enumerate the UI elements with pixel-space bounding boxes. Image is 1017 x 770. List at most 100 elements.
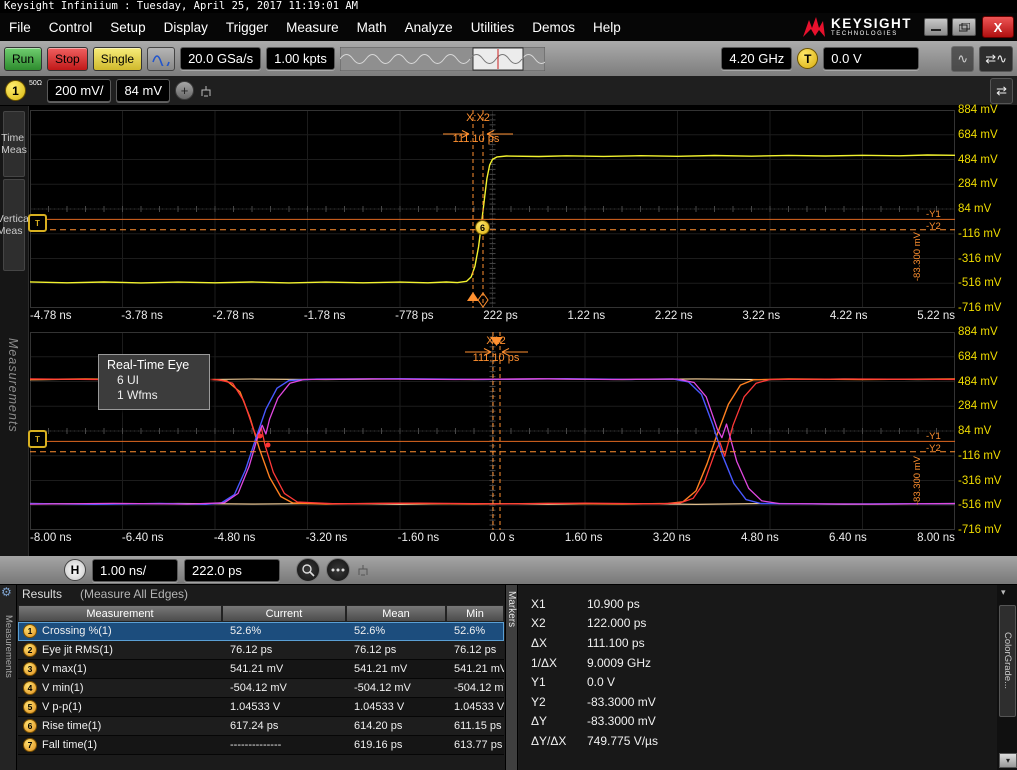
scroll-up-icon[interactable]: ▾ [1001,587,1006,598]
sample-rate-field[interactable]: 20.0 GSa/s [180,47,261,70]
results-row[interactable]: 5V p-p(1)1.04533 V1.04533 V1.04533 V [18,698,504,717]
y2-marker-label[interactable]: -Y2 [926,221,941,232]
marker-row: X110.900 ps [519,594,997,614]
display-settings-button[interactable]: ∿ [951,46,974,72]
menu-item[interactable]: Display [155,20,217,35]
col-measurement[interactable]: Measurement [18,605,222,622]
timebase-position-field[interactable]: 222.0 ps [184,559,280,582]
value-current: 541.21 mV [222,660,346,678]
col-mean[interactable]: Mean [346,605,446,622]
auto-scale-button[interactable]: ⇄∿ [979,46,1013,72]
minimize-button[interactable] [924,18,948,36]
channel-offset-field[interactable]: 84 mV [116,79,170,102]
col-min[interactable]: Min [446,605,504,622]
value-mean: 614.20 ps [346,717,446,735]
brand-sub: TECHNOLOGIES [831,31,912,37]
menu-item[interactable]: Setup [101,20,154,35]
waveform-area: Time Meas Vertical Meas Measurements -4.… [0,106,1017,556]
menu-item[interactable]: Utilities [462,20,524,35]
measurement-6-marker[interactable]: 6 [475,220,490,235]
bandwidth-field[interactable]: 4.20 GHz [721,47,792,70]
delta-x-readout: 111.10 ps [456,352,536,364]
tab-vertical-meas[interactable]: Vertical Meas [3,179,25,271]
trigger-level-field[interactable]: 0.0 V [823,47,919,70]
stop-button[interactable]: Stop [47,47,88,71]
value-min: -504.12 mV [446,679,504,697]
value-mean: 1.04533 V [346,698,446,716]
scroll-down-button[interactable]: ▾ [999,753,1017,768]
results-row[interactable]: 3V max(1)541.21 mV541.21 mV541.21 mV [18,660,504,679]
menu-item[interactable]: Demos [523,20,584,35]
add-channel-button[interactable]: + [175,81,194,100]
channel-scale-field[interactable]: 200 mV/ [47,79,111,102]
results-row[interactable]: 1Crossing %(1)52.6%52.6%52.6% [18,622,504,641]
markers-title: Markers [506,591,517,770]
run-button[interactable]: Run [4,47,42,71]
channel-ground-marker[interactable]: T [28,430,47,448]
results-row[interactable]: 2Eye jit RMS(1)76.12 ps76.12 ps76.12 ps [18,641,504,660]
x-tick-label: -6.40 ns [122,532,164,544]
results-title: Results [22,587,62,601]
menu-item[interactable]: Control [40,20,102,35]
probe-icon[interactable] [356,563,370,577]
channel-ground-marker[interactable]: T [28,214,47,232]
marker-label: ΔY [531,714,587,728]
y-tick-label: 684 mV [958,128,998,142]
y-tick-label: -316 mV [958,252,1001,266]
value-min: 613.77 ps [446,736,504,754]
measurement-name: V max(1) [42,663,87,675]
y1-marker-label[interactable]: -Y1 [926,209,941,220]
value-current: -------------- [222,736,346,754]
memory-depth-field[interactable]: 1.00 kpts [266,47,335,70]
tab-colorgrade[interactable]: ColorGrade... [999,605,1016,717]
menu-item[interactable]: Measure [277,20,348,35]
zoom-button[interactable] [296,558,320,582]
menu-bar: FileControlSetupDisplayTriggerMeasureMat… [0,13,1017,41]
results-row[interactable]: 4V min(1)-504.12 mV-504.12 mV-504.12 mV [18,679,504,698]
single-button[interactable]: Single [93,47,142,71]
results-row[interactable]: 7Fall time(1)--------------619.16 ps613.… [18,736,504,755]
measurement-badge: 6 [23,719,37,733]
timebase-strip[interactable] [340,47,545,71]
x2-marker-label[interactable]: X:X2 [453,112,503,124]
value-mean: 619.16 ps [346,736,446,754]
measurement-badge: 2 [23,643,37,657]
wave-icon: ∿ [996,51,1007,67]
x-tick-label: -1.60 ns [398,532,440,544]
acquisition-mode-button[interactable] [147,47,175,71]
markers-panel: X110.900 psX2122.000 psΔX111.100 ps1/ΔX9… [519,585,997,770]
tab-time-meas[interactable]: Time Meas [3,111,25,177]
minimize-icon [931,23,941,31]
value-current: -504.12 mV [222,679,346,697]
horizontal-badge[interactable]: H [64,559,86,581]
touch-button[interactable]: ⇄ [990,78,1013,104]
value-min: 52.6% [446,622,504,640]
x-tick-label: -2.78 ns [213,310,255,322]
value-mean: 76.12 ps [346,641,446,659]
window-title: Keysight Infiniium : Tuesday, April 25, … [0,0,1017,13]
measurement-name: Crossing %(1) [42,625,112,637]
value-current: 617.24 ps [222,717,346,735]
results-row[interactable]: 6Rise time(1)617.24 ps614.20 ps611.15 ps [18,717,504,736]
menu-item[interactable]: Help [584,20,630,35]
x-tick-label: 2.22 ns [655,310,693,322]
col-current[interactable]: Current [222,605,346,622]
probe-icon[interactable] [199,84,213,98]
trigger-badge[interactable]: T [797,48,818,69]
measurements-tab-label: Measurements [3,615,14,678]
gear-icon[interactable]: ⚙ [1,585,12,599]
channel-1-badge[interactable]: 1 [5,80,26,101]
menu-item[interactable]: Math [348,20,396,35]
value-current: 76.12 ps [222,641,346,659]
close-button[interactable]: X [982,16,1014,38]
display-options-button[interactable] [326,558,350,582]
menu-item[interactable]: Trigger [217,20,277,35]
y1-marker-label[interactable]: -Y1 [926,431,941,442]
x12-marker-label[interactable]: X12 [471,335,521,347]
restore-button[interactable] [952,18,976,36]
markers-strip[interactable]: Markers [505,585,518,770]
y2-marker-label[interactable]: -Y2 [926,443,941,454]
menu-item[interactable]: Analyze [396,20,462,35]
menu-item[interactable]: File [0,20,40,35]
timebase-scale-field[interactable]: 1.00 ns/ [92,559,178,582]
